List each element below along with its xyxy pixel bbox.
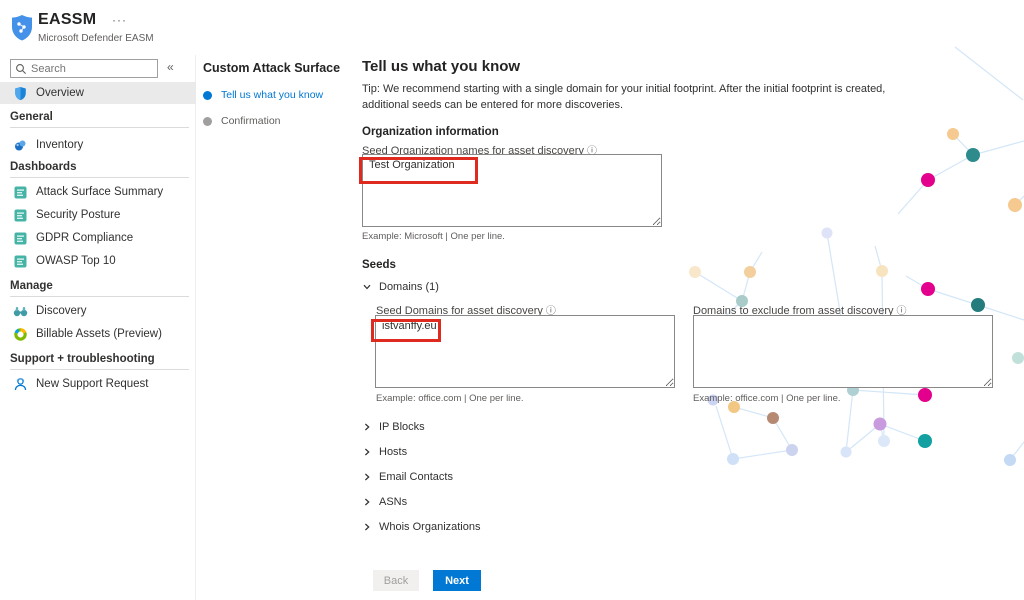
- sidebar-item-label: Overview: [36, 87, 84, 99]
- sidebar-item-new-support-request[interactable]: New Support Request: [0, 373, 196, 395]
- wizard-title: Custom Attack Surface: [203, 61, 353, 75]
- organization-example-text: Example: Microsoft | One per line.: [362, 231, 505, 242]
- expander-label: IP Blocks: [379, 421, 425, 433]
- exclude-domains-example-text: Example: office.com | One per line.: [693, 393, 841, 404]
- sidebar-item-label: OWASP Top 10: [36, 255, 116, 267]
- seeds-heading: Seeds: [362, 259, 396, 271]
- sidebar-item-owasp-top-10[interactable]: OWASP Top 10: [0, 250, 196, 272]
- sidebar-item-overview[interactable]: Overview: [0, 82, 196, 104]
- sidebar-item-label: GDPR Compliance: [36, 232, 133, 244]
- defender-easm-logo-icon: [10, 14, 34, 41]
- sidebar-item-label: Discovery: [36, 305, 86, 317]
- next-button[interactable]: Next: [433, 570, 481, 591]
- divider: [10, 177, 189, 178]
- search-icon: [15, 63, 27, 75]
- chevron-down-icon: [362, 282, 372, 292]
- binoculars-icon: [12, 303, 28, 319]
- tip-text: Tip: We recommend starting with a single…: [362, 82, 918, 114]
- seed-organization-textarea[interactable]: Test Organization: [362, 154, 662, 227]
- expander-label: Whois Organizations: [379, 521, 481, 533]
- sidebar-section-dashboards: Dashboards: [10, 161, 76, 173]
- dashboard-icon: [12, 184, 28, 200]
- domains-expander[interactable]: Domains (1): [362, 281, 439, 293]
- whois-organizations-expander[interactable]: Whois Organizations: [362, 521, 481, 533]
- seed-domains-textarea[interactable]: istvanffy.eu: [375, 315, 675, 388]
- expander-label: Hosts: [379, 446, 407, 458]
- step-dot-icon: [203, 91, 212, 100]
- sidebar-item-gdpr-compliance[interactable]: GDPR Compliance: [0, 227, 196, 249]
- page-title: Tell us what you know: [362, 58, 520, 75]
- sidebar-section-manage: Manage: [10, 280, 53, 292]
- sidebar-item-discovery[interactable]: Discovery: [0, 300, 196, 322]
- chevron-right-icon: [362, 447, 372, 457]
- step-label: Confirmation: [221, 115, 281, 127]
- app-subtitle: Microsoft Defender EASM: [38, 33, 154, 44]
- app-more-menu[interactable]: ···: [112, 13, 127, 27]
- seed-domains-example-text: Example: office.com | One per line.: [376, 393, 524, 404]
- sidebar-collapse-icon[interactable]: «: [167, 60, 174, 74]
- expander-label: ASNs: [379, 496, 407, 508]
- sidebar: « Overview General Inventory Dashboards …: [0, 55, 196, 600]
- app-header: EASSM ··· Microsoft Defender EASM: [0, 0, 240, 55]
- chevron-right-icon: [362, 422, 372, 432]
- sidebar-item-attack-surface-summary[interactable]: Attack Surface Summary: [0, 181, 196, 203]
- chevron-right-icon: [362, 472, 372, 482]
- app-title: EASSM: [38, 11, 96, 29]
- search-input[interactable]: [31, 60, 155, 77]
- dashboard-icon: [12, 230, 28, 246]
- sidebar-section-general: General: [10, 111, 53, 123]
- sidebar-item-label: Inventory: [36, 139, 83, 151]
- divider: [10, 127, 189, 128]
- asns-expander[interactable]: ASNs: [362, 496, 407, 508]
- divider: [10, 369, 189, 370]
- wizard-steps-panel: Custom Attack Surface Tell us what you k…: [203, 55, 353, 127]
- sidebar-item-label: Billable Assets (Preview): [36, 328, 162, 340]
- organization-information-heading: Organization information: [362, 126, 499, 138]
- sidebar-item-label: Attack Surface Summary: [36, 186, 163, 198]
- sidebar-item-billable-assets[interactable]: Billable Assets (Preview): [0, 323, 196, 345]
- expander-label: Email Contacts: [379, 471, 453, 483]
- sidebar-item-inventory[interactable]: Inventory: [0, 134, 196, 156]
- support-person-icon: [12, 376, 28, 392]
- step-label: Tell us what you know: [221, 89, 323, 101]
- shield-icon: [12, 85, 28, 101]
- back-button[interactable]: Back: [373, 570, 419, 591]
- sidebar-search: [10, 59, 158, 78]
- exclude-domains-textarea[interactable]: [693, 315, 993, 388]
- dashboard-icon: [12, 207, 28, 223]
- chevron-right-icon: [362, 522, 372, 532]
- step-dot-icon: [203, 117, 212, 126]
- expander-label: Domains (1): [379, 281, 439, 293]
- divider: [10, 296, 189, 297]
- sidebar-section-support: Support + troubleshooting: [10, 353, 155, 365]
- sidebar-item-label: Security Posture: [36, 209, 120, 221]
- ip-blocks-expander[interactable]: IP Blocks: [362, 421, 425, 433]
- donut-chart-icon: [12, 326, 28, 342]
- dashboard-icon: [12, 253, 28, 269]
- sidebar-item-label: New Support Request: [36, 378, 149, 390]
- sidebar-item-security-posture[interactable]: Security Posture: [0, 204, 196, 226]
- email-contacts-expander[interactable]: Email Contacts: [362, 471, 453, 483]
- chevron-right-icon: [362, 497, 372, 507]
- hosts-expander[interactable]: Hosts: [362, 446, 407, 458]
- wizard-step-tell-us[interactable]: Tell us what you know: [203, 89, 353, 101]
- wizard-step-confirmation[interactable]: Confirmation: [203, 115, 353, 127]
- inventory-icon: [12, 137, 28, 153]
